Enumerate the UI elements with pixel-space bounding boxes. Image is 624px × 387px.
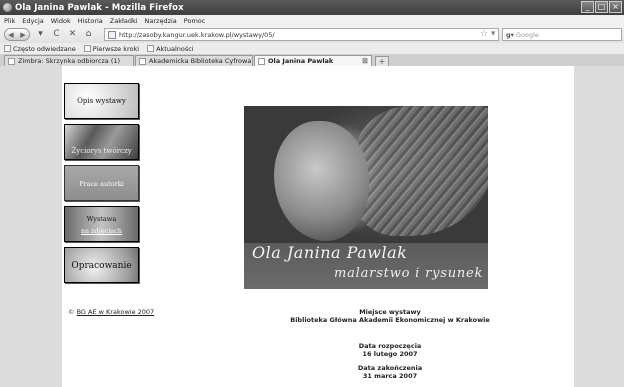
page-favicon-icon bbox=[139, 57, 146, 65]
bookmark-label: Aktualności bbox=[156, 44, 194, 53]
google-search-icon[interactable]: g▾ bbox=[506, 31, 514, 39]
copyright-notice: © BG AE w Krakowie 2007 bbox=[68, 308, 154, 316]
copyright-link[interactable]: BG AE w Krakowie 2007 bbox=[77, 308, 155, 316]
tab-ola-janina-pawlak[interactable]: Ola Janina Pawlak ⊠ bbox=[254, 55, 372, 66]
tab-label: Ola Janina Pawlak bbox=[268, 57, 334, 65]
tab-close-icon[interactable]: ⊠ bbox=[362, 57, 368, 65]
menu-edit[interactable]: Edycja bbox=[22, 17, 43, 25]
bookmark-star-icon[interactable]: ☆ ▾ bbox=[480, 29, 495, 39]
nav-button-biography[interactable]: Życiorys twórczy bbox=[64, 124, 139, 160]
portrait-face-shape bbox=[274, 121, 369, 241]
nav-button-exhibition-description[interactable]: Opis wystawy bbox=[64, 83, 139, 119]
stop-icon[interactable]: ✕ bbox=[67, 29, 78, 40]
bookmark-folder-icon bbox=[4, 45, 11, 52]
copyright-symbol: © bbox=[68, 308, 75, 316]
nav-button-label: Opracowanie bbox=[71, 261, 132, 271]
tab-zimbra[interactable]: Zimbra: Skrzynka odbiorcza (1) bbox=[4, 55, 134, 66]
forward-arrow-icon[interactable]: ▶ bbox=[20, 31, 25, 39]
address-bar[interactable]: http://zasoby.kangur.uek.krakow.pl/wysta… bbox=[104, 28, 499, 41]
search-placeholder: Google bbox=[515, 30, 539, 39]
bookmark-news[interactable]: Aktualności bbox=[147, 45, 194, 53]
search-input[interactable]: g▾ Google bbox=[502, 28, 622, 41]
site-identity-icon[interactable] bbox=[108, 30, 116, 39]
nav-button-works[interactable]: Prace autorki bbox=[64, 165, 139, 201]
nav-button-label: Wystawa bbox=[86, 215, 117, 223]
menu-view[interactable]: Widok bbox=[51, 17, 71, 25]
end-date: 31 marca 2007 bbox=[362, 372, 418, 380]
address-url: http://zasoby.kangur.uek.krakow.pl/wysta… bbox=[119, 30, 275, 39]
bookmark-label: Często odwiedzane bbox=[13, 44, 76, 53]
new-tab-button[interactable]: + bbox=[375, 56, 389, 66]
nav-button-label: Opis wystawy bbox=[77, 97, 126, 105]
rss-icon bbox=[147, 45, 155, 52]
back-arrow-icon[interactable]: ◀ bbox=[8, 31, 13, 39]
bookmark-getting-started[interactable]: Pierwsze kroki bbox=[83, 44, 140, 53]
hero-portrait-image: Ola Janina Pawlak malarstwo i rysunek bbox=[244, 106, 488, 289]
window-title: Ola Janina Pawlak - Mozilla Firefox bbox=[15, 2, 184, 13]
home-icon[interactable]: ⌂ bbox=[83, 29, 94, 40]
menu-help[interactable]: Pomoc bbox=[184, 17, 206, 25]
nav-button-label: Prace autorki bbox=[79, 180, 124, 188]
close-button[interactable]: × bbox=[609, 1, 622, 13]
menu-file[interactable]: Plik bbox=[4, 17, 15, 25]
menu-history[interactable]: Historia bbox=[78, 17, 103, 25]
nav-button-label-line2: na zdjęciach bbox=[81, 227, 122, 235]
menu-bar: Plik Edycja Widok Historia Zakładki Narz… bbox=[0, 15, 624, 26]
bookmark-most-visited[interactable]: Często odwiedzane bbox=[4, 45, 76, 53]
tab-label: Zimbra: Skrzynka odbiorcza (1) bbox=[18, 57, 121, 65]
maximize-button[interactable]: □ bbox=[595, 1, 608, 13]
reload-icon[interactable]: C bbox=[51, 29, 62, 40]
zimbra-favicon-icon bbox=[8, 57, 15, 65]
tab-label: Akademicka Biblioteka Cyfrowa... bbox=[149, 57, 253, 65]
web-page: Opis wystawy Życiorys twórczy Prace auto… bbox=[0, 66, 624, 387]
navigation-toolbar: ◀ ▶ ▾ C ✕ ⌂ http://zasoby.kangur.uek.kra… bbox=[0, 26, 624, 43]
portrait-hair-texture bbox=[354, 106, 488, 236]
menu-tools[interactable]: Narzędzia bbox=[145, 17, 177, 25]
firefox-icon bbox=[3, 3, 12, 12]
window-titlebar: Ola Janina Pawlak - Mozilla Firefox _ □ … bbox=[0, 0, 624, 15]
dropdown-arrow-icon[interactable]: ▾ bbox=[35, 29, 46, 40]
page-favicon-icon bbox=[258, 57, 265, 65]
nav-button-credits[interactable]: Opracowanie bbox=[64, 247, 139, 283]
bookmark-label: Pierwsze kroki bbox=[92, 44, 140, 53]
back-forward-buttons[interactable]: ◀ ▶ bbox=[4, 28, 30, 41]
side-navigation: Opis wystawy Życiorys twórczy Prace auto… bbox=[64, 83, 144, 288]
hero-title: Ola Janina Pawlak bbox=[252, 243, 408, 262]
minimize-button[interactable]: _ bbox=[581, 1, 594, 13]
start-date: 16 lutego 2007 bbox=[362, 350, 418, 358]
tab-strip: Zimbra: Skrzynka odbiorcza (1) Akademick… bbox=[0, 54, 624, 66]
venue-name: Biblioteka Główna Akademii Ekonomicznej … bbox=[290, 316, 490, 324]
bookmarks-toolbar: Często odwiedzane Pierwsze kroki Aktualn… bbox=[0, 43, 624, 54]
bookmark-page-icon bbox=[83, 45, 91, 52]
tab-digital-library[interactable]: Akademicka Biblioteka Cyfrowa... bbox=[135, 55, 253, 66]
nav-button-exhibition-photos[interactable]: Wystawa na zdjęciach bbox=[64, 206, 139, 242]
nav-button-label: Życiorys twórczy bbox=[71, 147, 132, 155]
hero-subtitle: malarstwo i rysunek bbox=[334, 266, 484, 281]
menu-bookmarks[interactable]: Zakładki bbox=[110, 17, 138, 25]
